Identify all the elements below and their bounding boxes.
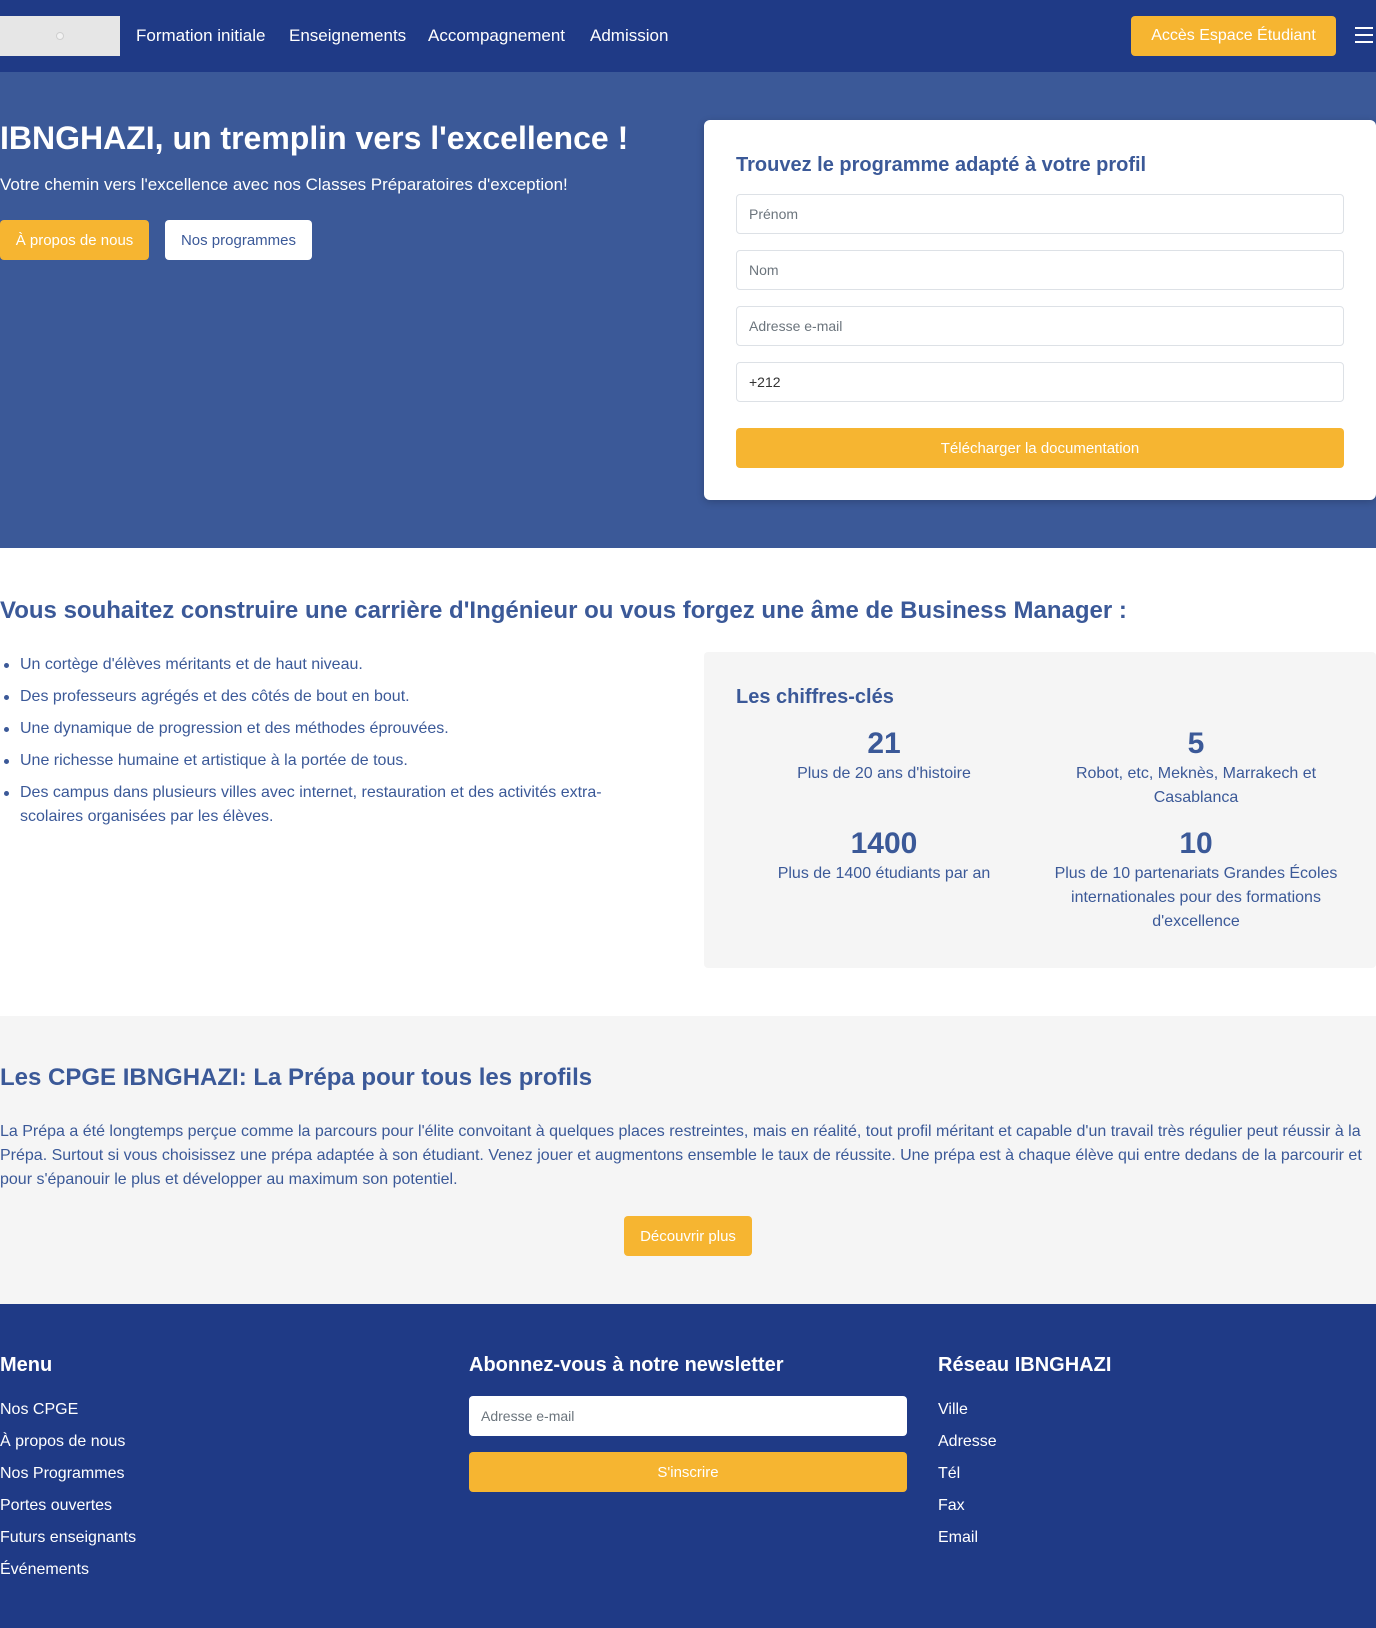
logo-placeholder-icon: [56, 32, 64, 40]
network-item[interactable]: Email: [938, 1526, 997, 1550]
download-documentation-button[interactable]: Télécharger la documentation: [736, 428, 1344, 468]
footer-menu-title: Menu: [0, 1354, 53, 1376]
network-title: Réseau IBNGHAZI: [938, 1354, 1112, 1376]
network-list: Ville Adresse Tél Fax Email: [938, 1398, 997, 1558]
stat-card: 21 Plus de 20 ans d'histoire: [728, 726, 1040, 786]
espace-etudiant-button[interactable]: Accès Espace Étudiant: [1131, 16, 1336, 56]
cpge-section-title: Les CPGE IBNGHAZI: La Prépa pour tous le…: [0, 1064, 593, 1091]
stat-label: Plus de 20 ans d'histoire: [797, 765, 971, 782]
key-figures-box: Les chiffres-clés 21 Plus de 20 ans d'hi…: [704, 652, 1376, 968]
network-item[interactable]: Fax: [938, 1494, 997, 1518]
nav-link-enseignements[interactable]: Enseignements: [289, 26, 406, 46]
email-field[interactable]: [736, 306, 1344, 346]
stat-number: 5: [1187, 727, 1205, 760]
career-bullet-list: Un cortège d'élèves méritants et de haut…: [0, 653, 660, 837]
phone-field[interactable]: [736, 362, 1344, 402]
stat-label: Plus de 10 partenariats Grandes Écoles i…: [1054, 865, 1338, 930]
stat-card: 1400 Plus de 1400 étudiants par an: [728, 826, 1040, 886]
top-navbar: Formation initiale Enseignements Accompa…: [0, 0, 1376, 72]
list-item: Une dynamique de progression et des méth…: [0, 717, 660, 741]
footer-menu-list: Nos CPGE À propos de nous Nos Programmes…: [0, 1398, 136, 1590]
cpge-description: La Prépa a été longtemps perçue comme la…: [0, 1123, 1362, 1188]
first-name-field[interactable]: [736, 194, 1344, 234]
hero-section: IBNGHAZI, un tremplin vers l'excellence …: [0, 72, 1376, 548]
footer-link[interactable]: Nos Programmes: [0, 1462, 136, 1486]
key-figures-title: Les chiffres-clés: [736, 686, 894, 708]
nav-link-admission[interactable]: Admission: [590, 26, 668, 46]
footer-link[interactable]: Nos CPGE: [0, 1398, 136, 1422]
site-logo[interactable]: [0, 16, 120, 56]
site-footer: Menu Nos CPGE À propos de nous Nos Progr…: [0, 1304, 1376, 1628]
stat-number: 10: [1179, 827, 1213, 860]
hero-title: IBNGHAZI, un tremplin vers l'excellence …: [0, 120, 629, 156]
subscribe-button[interactable]: S'inscrire: [469, 1452, 907, 1492]
stat-label: Plus de 1400 étudiants par an: [777, 865, 991, 882]
cpge-section: Les CPGE IBNGHAZI: La Prépa pour tous le…: [0, 1016, 1376, 1304]
network-item[interactable]: Tél: [938, 1462, 997, 1486]
about-us-button[interactable]: À propos de nous: [0, 220, 149, 260]
footer-link[interactable]: Portes ouvertes: [0, 1494, 136, 1518]
program-finder-form: Trouvez le programme adapté à votre prof…: [704, 120, 1376, 500]
stat-card: 5 Robot, etc, Meknès, Marrakech et Casab…: [1040, 726, 1352, 810]
hamburger-menu-icon[interactable]: [1355, 27, 1373, 43]
stat-card: 10 Plus de 10 partenariats Grandes École…: [1040, 826, 1352, 934]
stat-label: Robot, etc, Meknès, Marrakech et Casabla…: [1075, 765, 1317, 806]
career-section-title: Vous souhaitez construire une carrière d…: [0, 597, 1127, 624]
last-name-field[interactable]: [736, 250, 1344, 290]
footer-link[interactable]: Futurs enseignants: [0, 1526, 136, 1550]
discover-more-button[interactable]: Découvrir plus: [624, 1216, 752, 1256]
newsletter-email-field[interactable]: [469, 1396, 907, 1436]
form-title: Trouvez le programme adapté à votre prof…: [736, 154, 1147, 176]
list-item: Des professeurs agrégés et des côtés de …: [0, 685, 660, 709]
our-programs-button[interactable]: Nos programmes: [165, 220, 312, 260]
footer-link[interactable]: Événements: [0, 1558, 136, 1582]
nav-link-formation-initiale[interactable]: Formation initiale: [136, 26, 265, 46]
newsletter-title: Abonnez-vous à notre newsletter: [469, 1354, 784, 1376]
stat-number: 21: [867, 727, 901, 760]
network-item[interactable]: Ville: [938, 1398, 997, 1422]
nav-link-accompagnement[interactable]: Accompagnement: [428, 26, 565, 46]
hero-subtitle: Votre chemin vers l'excellence avec nos …: [0, 175, 568, 194]
list-item: Un cortège d'élèves méritants et de haut…: [0, 653, 660, 677]
list-item: Une richesse humaine et artistique à la …: [0, 749, 660, 773]
stat-number: 1400: [850, 827, 918, 860]
network-item[interactable]: Adresse: [938, 1430, 997, 1454]
footer-link[interactable]: À propos de nous: [0, 1430, 136, 1454]
list-item: Des campus dans plusieurs villes avec in…: [0, 781, 660, 829]
